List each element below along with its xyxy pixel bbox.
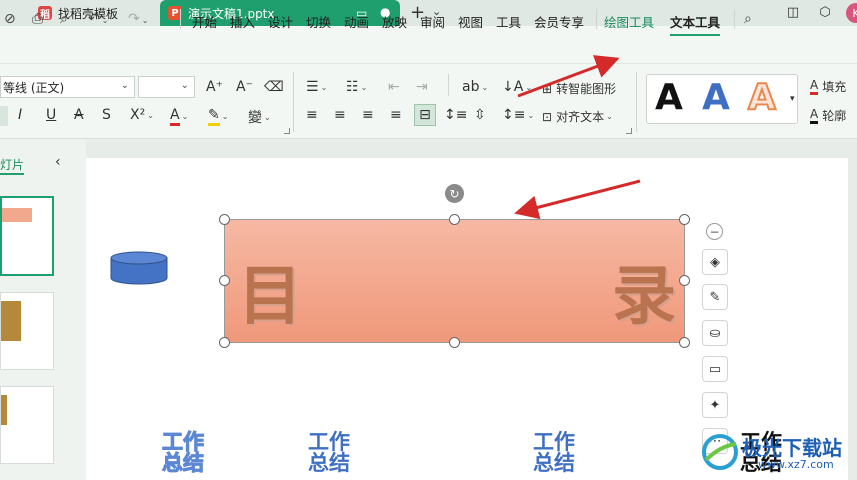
arrow-to-textbox <box>514 179 641 220</box>
annotation-arrows <box>514 55 641 220</box>
arrow-to-drawing-tools <box>517 55 620 98</box>
